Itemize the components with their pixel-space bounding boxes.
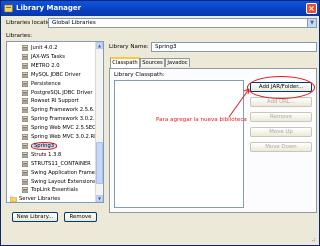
window-title: Library Manager <box>16 4 82 12</box>
annotation-text: Para agregar la nueva biblioteca <box>156 117 247 123</box>
tree-item-label: JAX-WS Tasks <box>31 53 65 60</box>
title-bar[interactable]: Library Manager × <box>1 1 319 16</box>
tree-item-label: Struts 1.3.8 <box>31 151 62 158</box>
tree-item[interactable]: Rowset RI Support <box>7 97 95 105</box>
annotation-circle <box>247 76 315 99</box>
library-jar-icon <box>22 142 28 149</box>
tree-item-label: Junit 4.0.2 <box>31 45 58 51</box>
tree-item-label: Spring Framework 3.0.2.RELEA <box>31 116 104 123</box>
library-manager-icon <box>4 4 13 13</box>
library-jar-icon <box>22 53 28 60</box>
tree-scrollbar[interactable]: ▲ ▼ <box>95 42 103 202</box>
libraries-tree[interactable]: Junit 4.0.2 JAX-WS Tasks METRO 2.0 MySQL JD… <box>6 41 104 203</box>
tree-item-label: Swing Layout Extensions <box>31 178 96 185</box>
library-classpath-label: Library Classpath: <box>114 72 165 78</box>
library-jar-icon <box>22 71 28 78</box>
tree-item-label: Server Libraries <box>19 196 61 203</box>
library-jar-icon <box>22 107 28 114</box>
tree-item-label: Spring Framework 2.5.6.SEC0 <box>31 107 104 114</box>
tree-item[interactable]: Spring Framework 2.5.6.SEC0 <box>7 106 103 114</box>
tree-item[interactable]: TopLink Essentials <box>7 186 95 194</box>
tree-item[interactable]: Swing Layout Extensions <box>7 178 96 186</box>
new-library-button[interactable]: New Library... <box>12 212 58 222</box>
tree-item-label: Rowset RI Support <box>31 98 79 105</box>
library-manager-window: Library Manager × Libraries location: Gl… <box>0 0 320 246</box>
tree-item-label: Persistence <box>31 80 61 87</box>
tree-item[interactable]: Spring Framework 3.0.2.RELEA <box>7 115 103 123</box>
tree-item-label: Spring Web MVC 2.5.SEC01 <box>31 125 103 132</box>
library-jar-icon <box>22 160 28 167</box>
tree-item[interactable]: Spring3 <box>7 141 95 150</box>
tab-classpath[interactable]: Classpath <box>110 57 140 68</box>
scroll-thumb[interactable] <box>96 142 103 184</box>
libraries-location-select[interactable]: Global Libraries ▼ <box>48 18 317 28</box>
move-down-button[interactable]: Move Down <box>250 142 312 152</box>
move-up-button[interactable]: Move Up <box>250 127 312 137</box>
library-jar-icon <box>22 187 28 194</box>
library-jar-icon <box>22 134 28 140</box>
tree-item-label: STRUTS11_CONTAINER <box>31 160 91 167</box>
library-jar-icon <box>22 62 28 69</box>
tree-item[interactable]: PostgreSQL JDBC Driver <box>7 89 95 97</box>
tree-item[interactable]: METRO 2.0 <box>7 62 95 70</box>
tree-item[interactable]: STRUTS11_CONTAINER <box>7 160 95 168</box>
tree-item-label: TopLink Essentials <box>31 187 78 194</box>
libraries-location-value: Global Libraries <box>52 20 96 26</box>
library-jar-icon <box>22 178 28 185</box>
folder-icon <box>10 197 17 202</box>
library-jar-icon <box>22 98 28 105</box>
remove-library-button[interactable]: Remove <box>64 212 97 222</box>
resize-grip-icon[interactable] <box>310 236 316 242</box>
chevron-down-icon[interactable]: ▼ <box>307 19 316 27</box>
library-jar-icon <box>22 80 28 87</box>
library-jar-icon <box>22 151 28 158</box>
tab-javadoc[interactable]: Javadoc <box>165 58 190 67</box>
tree-item[interactable]: Spring Web MVC 3.0.2.RELEA <box>7 133 103 141</box>
tree-item[interactable]: MySQL JDBC Driver <box>7 71 95 79</box>
tree-item[interactable]: Persistence <box>7 80 95 88</box>
tree-item-label: Spring Web MVC 3.0.2.RELEA <box>31 134 104 140</box>
libraries-label: Libraries: <box>6 33 33 39</box>
tree-item-label: Spring3 <box>31 141 58 150</box>
tree-folder[interactable]: Server Libraries <box>7 195 95 203</box>
tree-item-label: METRO 2.0 <box>31 62 60 69</box>
tree-item-label: MySQL JDBC Driver <box>31 71 81 78</box>
library-jar-icon <box>22 125 28 132</box>
library-name-label: Library Name: <box>109 44 149 50</box>
library-jar-icon <box>22 169 28 176</box>
library-jar-icon <box>22 116 28 123</box>
library-jar-icon <box>22 45 28 51</box>
scroll-up-icon[interactable]: ▲ <box>96 42 103 49</box>
library-jar-icon <box>22 89 28 96</box>
library-name-field[interactable]: Spring3 <box>151 42 317 52</box>
tree-item-label: Swing Application Framework <box>31 169 104 176</box>
tree-item[interactable]: Swing Application Framework <box>7 169 103 177</box>
library-name-value: Spring3 <box>155 44 177 50</box>
remove-classpath-button[interactable]: Remove <box>250 112 312 122</box>
tree-item[interactable]: Struts 1.3.8 <box>7 151 95 159</box>
tree-item[interactable]: Junit 4.0.2 <box>7 44 95 52</box>
tab-sources[interactable]: Sources <box>140 58 165 67</box>
tree-item-label: PostgreSQL JDBC Driver <box>31 89 93 96</box>
close-button[interactable]: × <box>306 3 317 14</box>
tree-item[interactable]: Spring Web MVC 2.5.SEC01 <box>7 124 102 132</box>
classpath-list[interactable] <box>114 80 244 208</box>
scroll-down-icon[interactable]: ▼ <box>96 195 103 202</box>
tree-item[interactable]: JAX-WS Tasks <box>7 53 95 61</box>
